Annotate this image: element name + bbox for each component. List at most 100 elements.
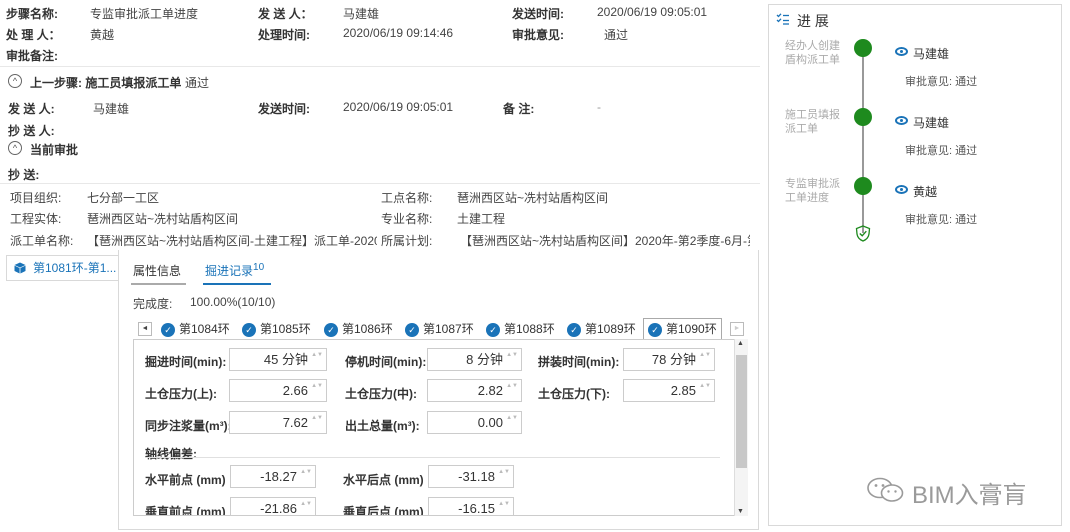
completion-value: 100.00%(10/10) xyxy=(190,295,276,309)
scrollbar-thumb[interactable] xyxy=(736,355,747,468)
current-cc-label: 抄 送: xyxy=(8,168,40,182)
spinner-icon[interactable]: ▲▼ xyxy=(506,382,518,390)
prev-step-title: 上一步骤: 施工员填报派工单 xyxy=(30,76,182,90)
assemble-time-label: 拼装时间(min): xyxy=(538,355,620,369)
stop-time-label: 停机时间(min): xyxy=(345,355,427,369)
check-circle-icon: ✓ xyxy=(648,323,662,337)
eye-icon xyxy=(895,47,908,56)
collapse-current-button[interactable]: ^ xyxy=(8,141,22,155)
plan-value: 【琶洲西区站~冼村站盾构区间】2020年-第2季度-6月-第3] xyxy=(460,234,750,248)
check-circle-icon: ✓ xyxy=(161,323,175,337)
tab-progress-label: 掘进记录 xyxy=(205,264,254,278)
remark-label: 审批备注: xyxy=(6,49,58,63)
h-front-value: -18.27 xyxy=(260,469,297,484)
org-value: 七分部一工区 xyxy=(87,191,160,205)
spinner-icon[interactable]: ▲▼ xyxy=(311,382,323,390)
prev-cc-label: 抄 送 人: xyxy=(8,124,55,138)
timeline-opinion-1: 审批意见: 通过 xyxy=(905,76,978,88)
v-back-input[interactable]: -16.15 ▲▼ xyxy=(428,497,514,515)
major-label: 专业名称: xyxy=(381,212,433,226)
h-front-label: 水平前点 (mm) xyxy=(145,473,226,487)
timeline-user-1[interactable]: 马建雄 xyxy=(895,45,949,62)
timeline-opinion-3: 审批意见: 通过 xyxy=(905,214,978,226)
timeline-line xyxy=(862,48,864,233)
collapse-prev-button[interactable]: ^ xyxy=(8,74,22,88)
spinner-icon[interactable]: ▲▼ xyxy=(498,500,510,508)
timeline-dot xyxy=(854,39,872,57)
timeline-user-3[interactable]: 黄越 xyxy=(895,183,937,200)
shield-check-icon xyxy=(855,225,871,242)
form-scrollbar[interactable]: ▲ ▼ xyxy=(734,339,748,516)
ring-tab[interactable]: ✓ 第1088环 xyxy=(486,320,555,339)
check-circle-icon: ✓ xyxy=(567,323,581,337)
check-circle-icon: ✓ xyxy=(324,323,338,337)
ring-tab[interactable]: ✓ 第1086环 xyxy=(324,320,393,339)
h-front-input[interactable]: -18.27 ▲▼ xyxy=(230,465,316,488)
ring-tab-label: 第1088环 xyxy=(504,322,555,336)
ring-tab[interactable]: ✓ 第1087环 xyxy=(405,320,474,339)
spinner-icon[interactable]: ▲▼ xyxy=(498,468,510,476)
pressure-down-input[interactable]: 2.85 ▲▼ xyxy=(623,379,715,402)
timeline-user-2[interactable]: 马建雄 xyxy=(895,114,949,131)
list-check-icon xyxy=(776,13,789,25)
spinner-icon[interactable]: ▲▼ xyxy=(506,351,518,359)
handle-time-label: 处理时间: xyxy=(258,28,310,42)
pressure-up-input[interactable]: 2.66 ▲▼ xyxy=(229,379,327,402)
major-value: 土建工程 xyxy=(457,212,506,226)
pressure-mid-input[interactable]: 2.82 ▲▼ xyxy=(427,379,522,402)
ring-tab-label: 第1090环 xyxy=(666,322,717,336)
spinner-icon[interactable]: ▲▼ xyxy=(300,468,312,476)
ring-tabs-left-arrow[interactable]: ◄ xyxy=(138,322,152,336)
eye-icon xyxy=(895,116,908,125)
scroll-down-icon[interactable]: ▼ xyxy=(737,508,744,515)
order-label: 派工单名称: xyxy=(10,234,74,248)
spinner-icon[interactable]: ▲▼ xyxy=(300,500,312,508)
spinner-icon[interactable]: ▲▼ xyxy=(699,351,711,359)
assemble-time-input[interactable]: 78 分钟 ▲▼ xyxy=(623,348,715,371)
ring-tab-label: 第1085环 xyxy=(260,322,311,336)
entity-label: 工程实体: xyxy=(10,212,62,226)
timeline-user-name: 马建雄 xyxy=(913,116,950,130)
grout-label: 同步注浆量(m³): xyxy=(145,419,232,433)
tab-active-underline xyxy=(203,283,271,285)
progress-form: 掘进时间(min): 45 分钟 ▲▼ 停机时间(min): 8 分钟 ▲▼ 拼装时… xyxy=(133,339,748,516)
ring-tab[interactable]: ✓ 第1085环 xyxy=(242,320,311,339)
timeline-user-name: 马建雄 xyxy=(913,47,950,61)
plan-label: 所属计划: xyxy=(381,234,433,248)
dig-time-input[interactable]: 45 分钟 ▲▼ xyxy=(229,348,327,371)
stop-time-input[interactable]: 8 分钟 ▲▼ xyxy=(427,348,522,371)
ring-tab-label: 第1084环 xyxy=(179,322,230,336)
site-label: 工点名称: xyxy=(381,191,433,205)
v-back-label: 垂直后点 (mm) xyxy=(343,505,424,516)
site-value: 琶洲西区站~冼村站盾构区间 xyxy=(457,191,609,205)
check-circle-icon: ✓ xyxy=(486,323,500,337)
spinner-icon[interactable]: ▲▼ xyxy=(699,382,711,390)
ring-tab[interactable]: ✓ 第1089环 xyxy=(567,320,636,339)
v-front-input[interactable]: -21.86 ▲▼ xyxy=(230,497,316,515)
ring-list-item[interactable]: 第1081环-第1... xyxy=(6,255,119,281)
handle-time-value: 2020/06/19 09:14:46 xyxy=(343,26,454,40)
spinner-icon[interactable]: ▲▼ xyxy=(311,351,323,359)
tab-progress-records[interactable]: 掘进记录10 xyxy=(205,262,264,279)
ring-tab[interactable]: ✓ 第1090环 xyxy=(643,318,722,340)
ring-tab[interactable]: ✓ 第1084环 xyxy=(161,320,230,339)
spinner-icon[interactable]: ▲▼ xyxy=(311,414,323,422)
send-time-label: 发送时间: xyxy=(512,7,564,21)
tab-attributes[interactable]: 属性信息 xyxy=(133,262,181,279)
timeline-dot xyxy=(854,177,872,195)
spinner-icon[interactable]: ▲▼ xyxy=(506,414,518,422)
handler-label: 处 理 人： xyxy=(6,28,61,42)
prev-step-status: 通过 xyxy=(185,76,210,90)
progress-title: 进 展 xyxy=(797,13,829,29)
handler-value: 黄越 xyxy=(90,28,115,42)
prev-note-value: - xyxy=(597,100,601,114)
dig-time-label: 掘进时间(min): xyxy=(145,355,227,369)
scroll-up-icon[interactable]: ▲ xyxy=(737,340,744,347)
soil-input[interactable]: 0.00 ▲▼ xyxy=(427,411,522,434)
grout-input[interactable]: 7.62 ▲▼ xyxy=(229,411,327,434)
divider xyxy=(0,66,760,67)
pressure-mid-value: 2.82 xyxy=(477,383,503,398)
ring-tab-label: 第1086环 xyxy=(342,322,393,336)
h-back-input[interactable]: -31.18 ▲▼ xyxy=(428,465,514,488)
ring-tabs-right-arrow[interactable]: ► xyxy=(730,322,744,336)
